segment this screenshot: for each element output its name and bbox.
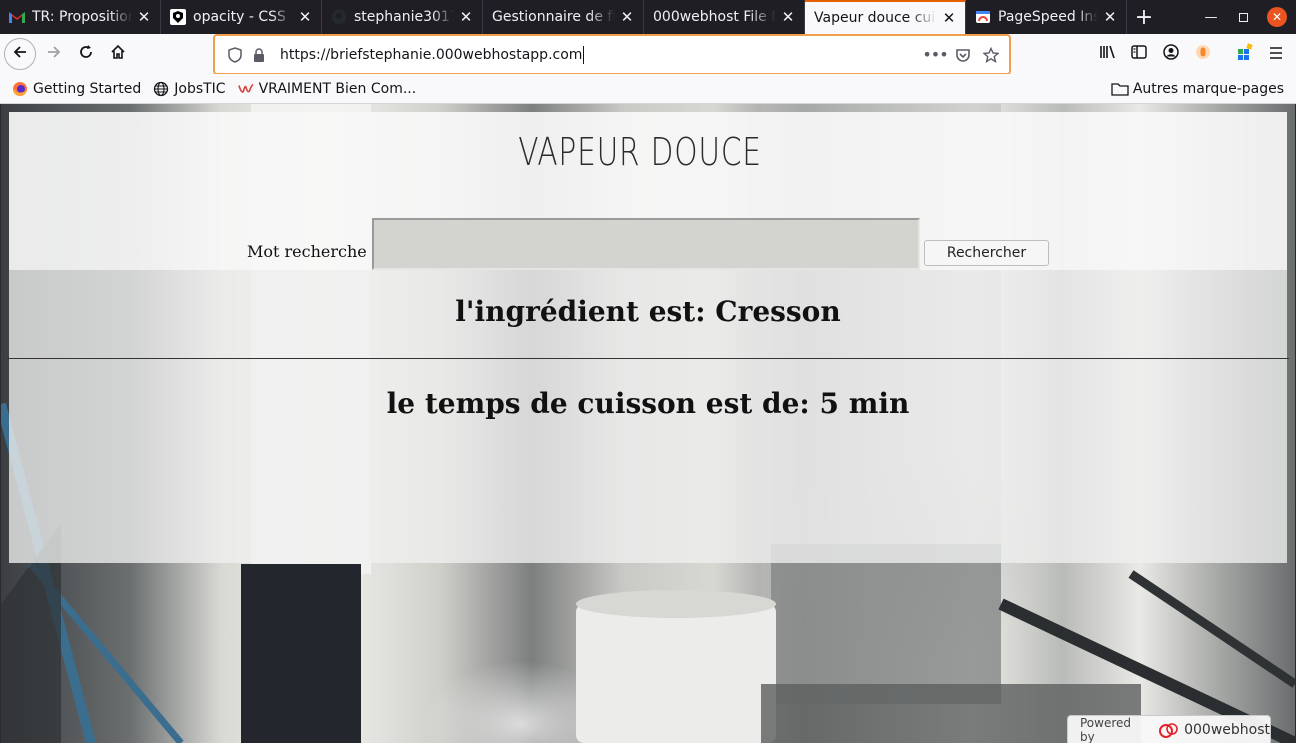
shield-icon[interactable] — [223, 43, 247, 67]
back-button[interactable] — [4, 38, 36, 70]
bookmark-jobstic[interactable]: JobsTIC — [153, 80, 226, 97]
maximize-icon — [1238, 12, 1248, 22]
search-button[interactable]: Rechercher — [924, 240, 1049, 266]
tab-title: Gestionnaire de fic — [492, 9, 615, 25]
tab-title: Vapeur douce cuis — [814, 10, 937, 26]
hamburger-menu-icon — [1268, 44, 1284, 65]
tab-strip: TR: Proposition ✕ opacity - CSS : F ✕ st… — [0, 0, 1296, 34]
globe-icon — [153, 81, 169, 97]
cooking-time-result: le temps de cuisson est de: 5 min — [386, 387, 910, 420]
tab-title: stephanie3017/ — [354, 9, 454, 25]
library-button[interactable] — [1092, 38, 1124, 70]
window-close-button[interactable]: ✕ — [1260, 0, 1294, 34]
home-button[interactable] — [102, 38, 134, 70]
arrow-left-icon — [12, 44, 28, 65]
pocket-icon[interactable] — [951, 43, 975, 67]
extensions-button[interactable] — [1229, 38, 1261, 70]
maximize-button[interactable] — [1226, 0, 1260, 34]
minimize-button[interactable]: — — [1194, 0, 1228, 34]
account-icon — [1163, 43, 1179, 65]
close-icon[interactable]: ✕ — [941, 9, 957, 27]
extension-button[interactable] — [1187, 38, 1219, 70]
menu-button[interactable] — [1260, 38, 1292, 70]
reload-button[interactable] — [70, 38, 102, 70]
navigation-toolbar: https://briefstephanie.000webhostapp.com… — [0, 34, 1296, 75]
close-icon[interactable]: ✕ — [619, 8, 635, 26]
tab-vapeur-douce[interactable]: Vapeur douce cuis ✕ — [805, 0, 966, 34]
bookmark-getting-started[interactable]: Getting Started — [12, 81, 141, 97]
forward-button[interactable] — [38, 38, 70, 70]
gmail-icon — [9, 9, 25, 25]
account-button[interactable] — [1155, 38, 1187, 70]
home-icon — [110, 44, 126, 65]
close-icon[interactable]: ✕ — [297, 8, 313, 26]
firefox-icon — [12, 81, 28, 97]
tab-mdn[interactable]: opacity - CSS : F ✕ — [161, 0, 322, 34]
close-icon[interactable]: ✕ — [1102, 8, 1118, 26]
more-actions-icon[interactable]: ••• — [922, 43, 948, 67]
000webhost-logo: 000webhost — [1158, 722, 1270, 738]
close-icon[interactable]: ✕ — [458, 8, 474, 26]
sidebar-button[interactable] — [1123, 38, 1155, 70]
search-label: Mot recherche — [247, 242, 367, 261]
other-bookmarks-label: Autres marque-pages — [1132, 81, 1284, 97]
reload-icon — [78, 44, 94, 65]
puzzle-icon — [1236, 42, 1254, 66]
tab-title: opacity - CSS : F — [193, 9, 293, 25]
site-title: VAPEUR DOUCE — [518, 130, 762, 174]
minimize-icon: — — [1204, 9, 1218, 25]
url-text: https://briefstephanie.000webhostapp.com — [280, 45, 585, 64]
library-icon — [1099, 44, 1117, 65]
arrow-right-icon — [46, 44, 62, 65]
tab-pagespeed[interactable]: PageSpeed Insig ✕ — [966, 0, 1127, 34]
tab-title: PageSpeed Insig — [998, 9, 1098, 25]
url-value: https://briefstephanie.000webhostapp.com — [280, 46, 583, 63]
divider — [7, 358, 1289, 359]
brand-name: 000webhost — [1184, 721, 1270, 738]
tab-000webhost[interactable]: 000webhost File M ✕ — [644, 0, 805, 34]
close-icon: ✕ — [1267, 7, 1287, 27]
close-icon[interactable]: ✕ — [136, 8, 152, 26]
tab-title: TR: Proposition — [32, 9, 132, 25]
text-cursor — [583, 45, 585, 64]
bookmark-label: VRAIMENT Bien Com... — [258, 80, 417, 97]
powered-by-label: Powered by — [1080, 715, 1132, 743]
new-tab-button[interactable]: + — [1127, 0, 1161, 34]
bookmark-vraiment[interactable]: VRAIMENT Bien Com... — [237, 80, 417, 97]
page-viewport: VAPEUR DOUCE Mot recherche Rechercher l'… — [1, 104, 1295, 743]
bookmark-label: Getting Started — [33, 80, 142, 97]
powered-by-badge[interactable]: Powered by 000webhost — [1067, 715, 1271, 743]
sidebar-icon — [1131, 44, 1147, 65]
vraiment-icon — [237, 81, 254, 97]
other-bookmarks[interactable]: Autres marque-pages — [1111, 74, 1284, 104]
extension-orange-icon — [1195, 44, 1211, 65]
000webhost-swirl-icon — [1159, 722, 1178, 738]
tab-file-manager[interactable]: Gestionnaire de fic ✕ — [483, 0, 644, 34]
search-input[interactable] — [372, 218, 920, 270]
lock-icon[interactable] — [247, 43, 271, 67]
tab-gmail[interactable]: TR: Proposition ✕ — [0, 0, 161, 34]
ingredient-result: l'ingrédient est: Cresson — [455, 295, 841, 328]
tab-title: 000webhost File M — [653, 9, 776, 25]
mdn-icon — [170, 9, 186, 25]
address-bar[interactable]: https://briefstephanie.000webhostapp.com… — [213, 34, 1011, 75]
github-icon — [331, 9, 347, 25]
bookmark-label: JobsTIC — [174, 80, 226, 97]
tab-github[interactable]: stephanie3017/ ✕ — [322, 0, 483, 34]
close-icon[interactable]: ✕ — [780, 8, 796, 26]
pagespeed-icon — [975, 9, 991, 25]
bookmarks-toolbar: Getting Started JobsTIC VRAIMENT Bien Co… — [0, 74, 1296, 104]
star-icon[interactable] — [979, 43, 1003, 67]
folder-icon — [1111, 81, 1129, 97]
